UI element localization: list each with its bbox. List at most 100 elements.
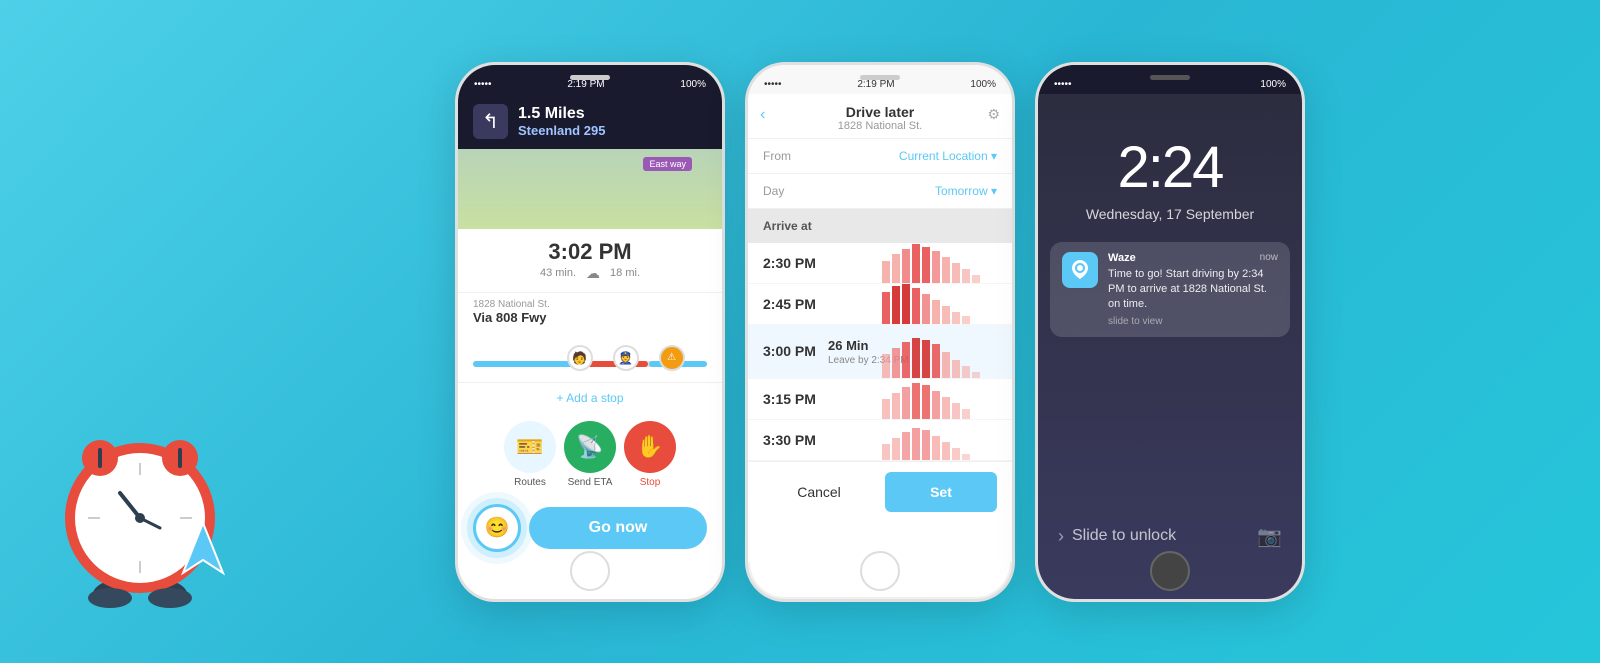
phone-speaker-2 <box>860 75 900 80</box>
hazard-icon-1: 🧑 <box>567 345 593 371</box>
waze-notif-icon <box>1062 252 1098 288</box>
day-value[interactable]: Tomorrow ▾ <box>935 184 997 198</box>
battery-display-2: 100% <box>970 79 996 90</box>
add-stop-button[interactable]: + Add a stop <box>458 382 722 413</box>
eta-miles: 18 mi. <box>610 267 640 279</box>
nav-progress: 🧑 👮 ⚠ <box>458 331 722 382</box>
drive-later-form: From Current Location ▾ Day Tomorrow ▾ <box>748 139 1012 209</box>
day-row: Day Tomorrow ▾ <box>748 174 1012 209</box>
clock-mascot <box>30 363 250 623</box>
phone-drive-later: ••••• 2:19 PM 100% ‹ Drive later 1828 Na… <box>745 62 1015 602</box>
drive-later-actions: Cancel Set <box>748 461 1012 562</box>
time-display: 2:19 PM <box>567 79 604 90</box>
time-row-300[interactable]: 3:00 PM 26 Min Leave by 2:34 PM <box>748 325 1012 379</box>
camera-icon[interactable]: 📷 <box>1257 524 1282 549</box>
send-eta-button[interactable]: 📡 Send ETA <box>564 421 616 488</box>
route-via: Via 808 Fwy <box>473 310 707 325</box>
signal-dots: ••••• <box>474 79 492 90</box>
back-button[interactable]: ‹ <box>760 106 765 124</box>
slide-unlock-label: Slide to unlock <box>1072 527 1176 545</box>
time-row-230[interactable]: 2:30 PM <box>748 243 1012 284</box>
settings-gear-icon[interactable]: ⚙ <box>987 106 1000 123</box>
nav-distance: 1.5 Miles <box>518 105 605 123</box>
time-label-300: 3:00 PM <box>763 343 828 359</box>
arrive-at-label: Arrive at <box>763 219 812 233</box>
drive-later-header: ‹ Drive later 1828 National St. ⚙ <box>748 94 1012 139</box>
chart-bars-315 <box>882 379 1012 419</box>
arrive-at-header: Arrive at <box>748 209 1012 243</box>
home-button-3[interactable] <box>1150 551 1190 591</box>
cloud-icon: ☁ <box>586 265 600 282</box>
eta-time: 3:02 PM <box>468 239 712 265</box>
cursor-arrow <box>178 518 228 583</box>
slide-arrow-icon: › <box>1058 526 1064 547</box>
drive-later-title: Drive later <box>763 104 997 120</box>
home-button-2[interactable] <box>860 551 900 591</box>
nav-street: Steenland 295 <box>518 123 605 138</box>
battery-display-3: 100% <box>1260 79 1286 90</box>
chart-bars-230 <box>882 243 1012 283</box>
notif-app-name: Waze <box>1108 252 1136 264</box>
progress-blue-1 <box>473 361 578 367</box>
waze-notification[interactable]: Waze now Time to go! Start driving by 2:… <box>1050 242 1290 337</box>
stop-button[interactable]: ✋ Stop <box>624 421 676 488</box>
routes-button[interactable]: 🎫 Routes <box>504 421 556 488</box>
phone-navigation: ••••• 2:19 PM 100% ↰ 1.5 Miles Steenland… <box>455 62 725 602</box>
notif-slide-label: slide to view <box>1108 316 1278 327</box>
slide-unlock[interactable]: › Slide to unlock <box>1058 526 1176 547</box>
nav-route: 1828 National St. Via 808 Fwy <box>458 292 722 331</box>
from-row: From Current Location ▾ <box>748 139 1012 174</box>
time-row-245[interactable]: 2:45 PM <box>748 284 1012 325</box>
time-row-330[interactable]: 3:30 PM <box>748 420 1012 461</box>
signal-dots-2: ••••• <box>764 79 782 90</box>
route-address: 1828 National St. <box>473 299 707 310</box>
routes-icon: 🎫 <box>504 421 556 473</box>
nav-info: 1.5 Miles Steenland 295 <box>518 105 605 138</box>
nav-header: ↰ 1.5 Miles Steenland 295 <box>458 94 722 149</box>
time-row-315[interactable]: 3:15 PM <box>748 379 1012 420</box>
eta-details: 43 min. ☁ 18 mi. <box>468 265 712 282</box>
time-list: 2:30 PM <box>748 243 1012 461</box>
time-label-315: 3:15 PM <box>763 391 828 407</box>
time-label-230: 2:30 PM <box>763 255 828 271</box>
eta-minutes: 43 min. <box>540 267 576 279</box>
battery-display: 100% <box>680 79 706 90</box>
notif-time: now <box>1260 252 1278 263</box>
duration-label: 26 Min <box>828 338 868 353</box>
time-label-245: 2:45 PM <box>763 296 828 312</box>
nav-buttons: 🎫 Routes 📡 Send ETA ✋ Stop <box>458 413 722 496</box>
phone-lock-screen: ••••• 100% 2:24 Wednesday, 17 September … <box>1035 62 1305 602</box>
chart-bars-245 <box>882 284 1012 324</box>
signal-dots-3: ••••• <box>1054 79 1072 90</box>
progress-icons: 🧑 👮 ⚠ <box>567 345 685 371</box>
chart-bars-300 <box>882 325 1012 378</box>
home-button[interactable] <box>570 551 610 591</box>
drive-later-subtitle: 1828 National St. <box>763 120 997 132</box>
lock-screen: ••••• 100% 2:24 Wednesday, 17 September … <box>1038 65 1302 599</box>
add-stop-label: + Add a stop <box>556 391 623 405</box>
day-label: Day <box>763 184 813 198</box>
routes-label: Routes <box>514 477 546 488</box>
lock-screen-time: 2:24 <box>1038 94 1302 206</box>
phone-speaker-3 <box>1150 75 1190 80</box>
time-label-330: 3:30 PM <box>763 432 828 448</box>
from-value[interactable]: Current Location ▾ <box>899 149 997 163</box>
set-button[interactable]: Set <box>885 472 997 512</box>
cancel-button[interactable]: Cancel <box>763 472 875 512</box>
stop-icon: ✋ <box>624 421 676 473</box>
notif-message: Time to go! Start driving by 2:34 PM to … <box>1108 267 1278 313</box>
east-way-badge: East way <box>643 157 692 171</box>
notif-content: Waze now Time to go! Start driving by 2:… <box>1108 252 1278 327</box>
nav-map: East way <box>458 149 722 229</box>
lock-bottom: › Slide to unlock 📷 <box>1038 509 1302 549</box>
notif-app-row: Waze now <box>1108 252 1278 264</box>
waze-pulse-icon: 😊 <box>473 504 521 552</box>
send-eta-icon: 📡 <box>564 421 616 473</box>
go-now-button[interactable]: Go now <box>529 507 707 549</box>
send-eta-label: Send ETA <box>568 477 613 488</box>
phone-speaker <box>570 75 610 80</box>
nav-eta: 3:02 PM 43 min. ☁ 18 mi. <box>458 229 722 292</box>
time-display-2: 2:19 PM <box>857 79 894 90</box>
chart-bars-330 <box>882 420 1012 460</box>
hazard-icon-2: 👮 <box>613 345 639 371</box>
